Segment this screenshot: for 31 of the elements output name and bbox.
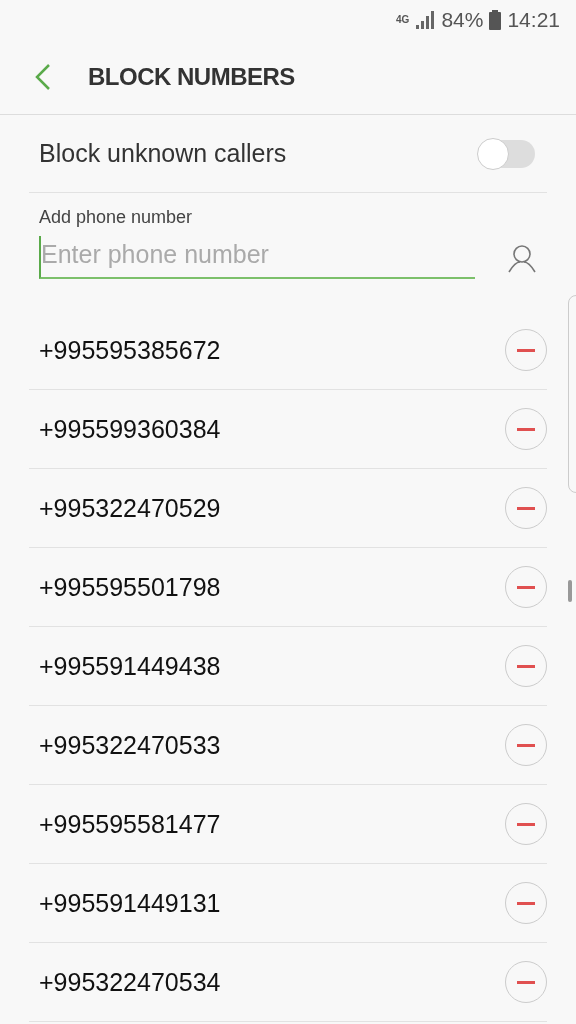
remove-button[interactable] <box>505 724 547 766</box>
phone-number: +995599360384 <box>39 414 221 444</box>
phone-number: +995591449131 <box>39 888 221 918</box>
toggle-switch[interactable] <box>477 137 537 170</box>
remove-button[interactable] <box>505 408 547 450</box>
phone-number-field[interactable]: Enter phone number <box>39 236 475 279</box>
network-type: 4G <box>396 15 410 25</box>
phone-number: +995595501798 <box>39 572 221 602</box>
remove-button[interactable] <box>505 961 547 1003</box>
field-label: Add phone number <box>39 207 194 228</box>
setting-label: Block unknown callers <box>39 139 287 168</box>
clock-time: 14:21 <box>507 8 560 32</box>
phone-number: +995591449438 <box>39 651 221 681</box>
battery-percentage: 84% <box>441 8 484 32</box>
remove-button[interactable] <box>505 329 547 371</box>
phone-number: +995322470534 <box>39 967 221 997</box>
phone-number: +995322470533 <box>39 730 221 760</box>
scrollbar <box>568 580 572 602</box>
back-button[interactable] <box>34 63 52 91</box>
remove-button[interactable] <box>505 803 547 845</box>
page-title: BLOCK NUMBERS <box>88 63 295 91</box>
remove-button[interactable] <box>505 487 547 529</box>
remove-button[interactable] <box>505 566 547 608</box>
remove-button[interactable] <box>505 645 547 687</box>
signal-icon <box>415 11 436 29</box>
remove-button[interactable] <box>505 882 547 924</box>
phone-number: +995595385672 <box>39 335 221 365</box>
phone-number: +995322470529 <box>39 493 221 523</box>
battery-icon <box>489 10 502 30</box>
contact-icon[interactable] <box>507 242 537 273</box>
phone-number: +995595581477 <box>39 809 221 839</box>
